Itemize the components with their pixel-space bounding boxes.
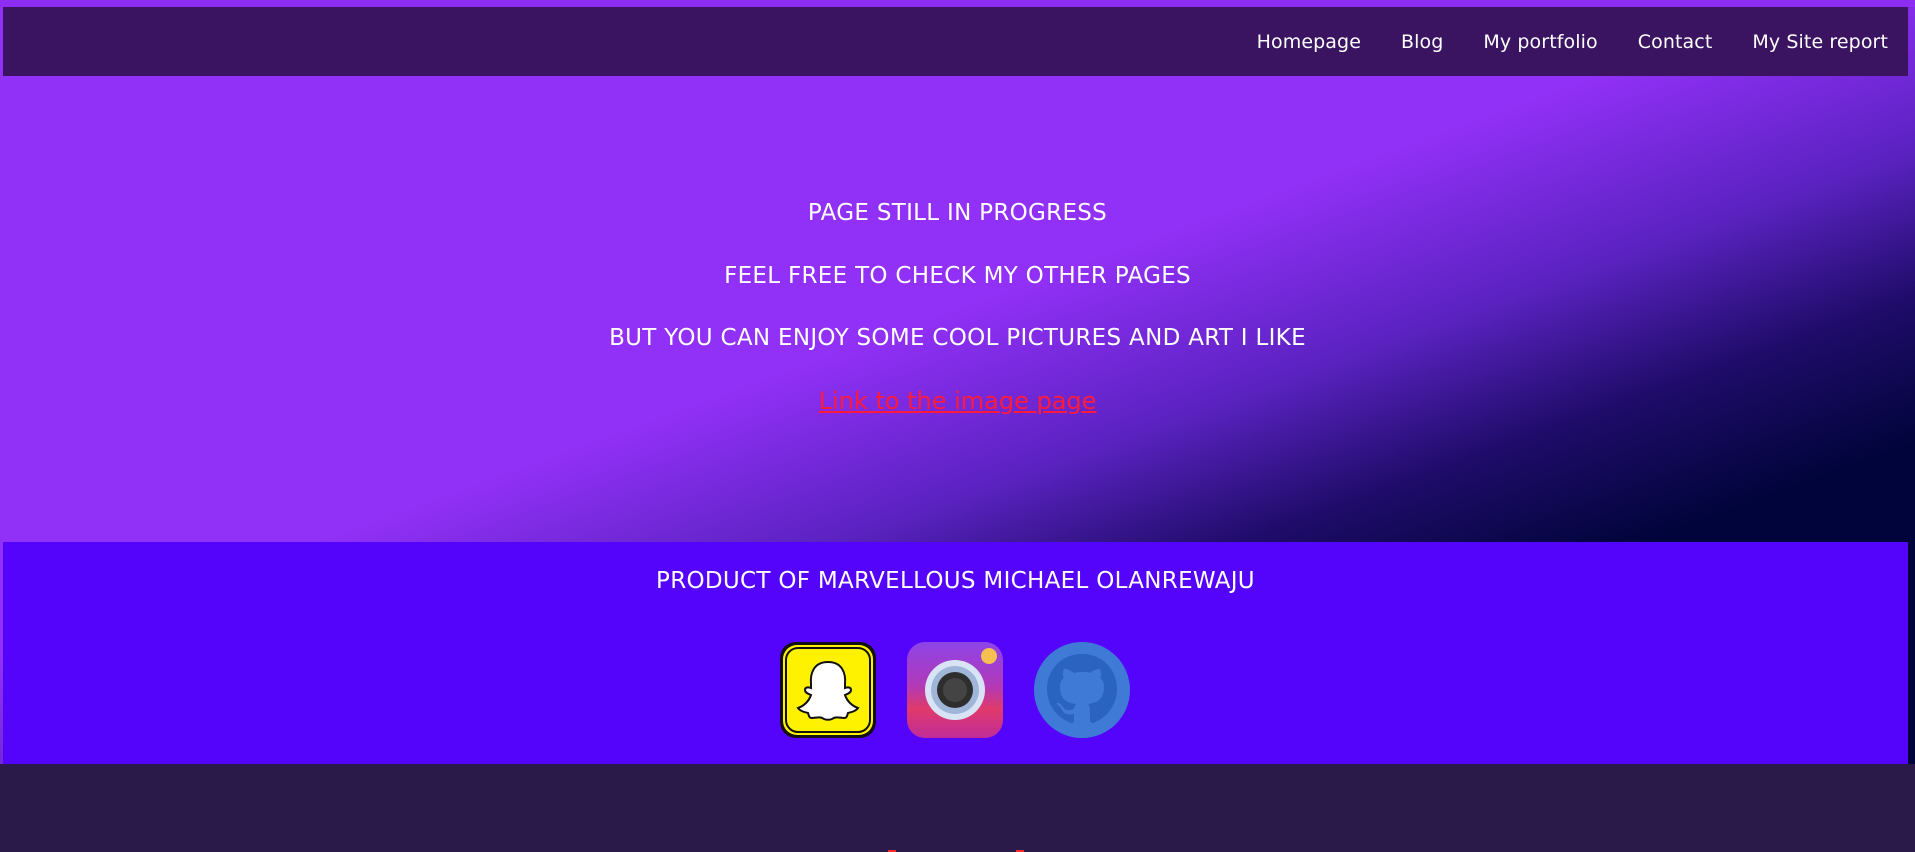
github-icon[interactable] — [1032, 640, 1132, 740]
nav-link-portfolio[interactable]: My portfolio — [1483, 31, 1597, 53]
hero-section: PAGE STILL IN PROGRESS FEEL FREE TO CHEC… — [0, 76, 1915, 542]
top-strip — [0, 0, 1915, 7]
image-page-link-wrap: Link to the image page — [0, 387, 1915, 415]
nav-links: Homepage Blog My portfolio Contact My Si… — [1217, 7, 1888, 76]
check-pages-heading: FEEL FREE TO CHECK MY OTHER PAGES — [724, 263, 1191, 289]
nav-link-blog[interactable]: Blog — [1401, 31, 1443, 53]
footer: PRODUCT OF MARVELLOUS MICHAEL OLANREWAJU — [3, 542, 1908, 852]
social-icons — [3, 640, 1908, 852]
nav-link-homepage[interactable]: Homepage — [1257, 31, 1361, 53]
nav-link-site-report[interactable]: My Site report — [1752, 31, 1888, 53]
camera-icon[interactable] — [905, 640, 1005, 740]
progress-heading: PAGE STILL IN PROGRESS — [807, 200, 1108, 226]
enjoy-pictures-heading: BUT YOU CAN ENJOY SOME COOL PICTURES AND… — [609, 325, 1306, 351]
image-page-link[interactable]: Link to the image page — [819, 387, 1097, 415]
snapchat-icon[interactable] — [778, 640, 878, 740]
nav-link-contact[interactable]: Contact — [1638, 31, 1713, 53]
navbar: Homepage Blog My portfolio Contact My Si… — [3, 7, 1908, 76]
footer-credit: PRODUCT OF MARVELLOUS MICHAEL OLANREWAJU — [656, 568, 1255, 594]
